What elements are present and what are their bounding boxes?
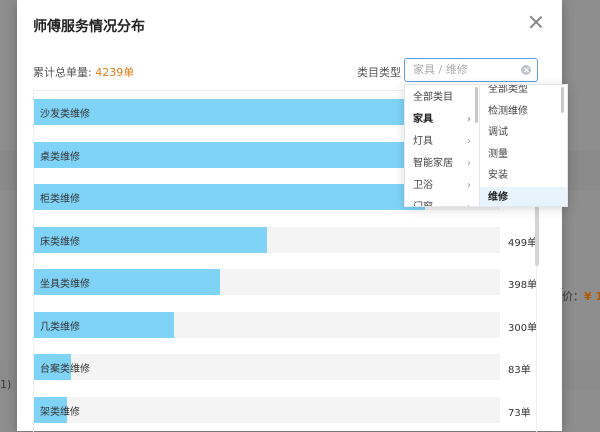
cascader-option[interactable]: 维修 [480,186,567,206]
cascader-option-label: 门窗 [413,202,433,206]
category-select[interactable]: 家具 / 维修 [404,58,538,82]
bar-value-label: 499单 [508,237,537,249]
cascader-option[interactable]: 灯具 › [405,131,479,153]
bar[interactable] [34,99,435,125]
bar-value-label: 300单 [508,322,537,334]
bar-category-label: 坐具类维修 [40,279,90,290]
cascader-option-label: 家具 [413,114,433,125]
cascader-option[interactable]: 门窗 › [405,197,479,206]
bar-value-label: 73单 [508,407,531,419]
bar[interactable] [34,141,435,168]
cascader-option-label: 灯具 [413,136,433,147]
total-orders: 累计总单量: 4239单 [33,64,134,80]
bar-category-label: 柜类维修 [40,194,80,205]
cascader-option[interactable]: 全部类目 [405,87,479,109]
category-type-label: 类目类型 [357,66,401,79]
bar-track [34,396,500,423]
bar-category-label: 沙发类维修 [40,109,90,120]
cascader-option-label: 卫浴 [413,180,433,191]
bar-value-label: 398单 [508,280,537,291]
bar-track [34,354,500,380]
total-orders-label: 累计总单量: [33,66,92,79]
total-orders-value: 4239单 [95,66,135,79]
category-cascader-dropdown: 全部类目家具 › 灯具 › 智能家居 › 卫浴 › 门窗 › 全部类型检测维修调试测量安装维修 [404,84,568,207]
background-price: 价：¥ 13 [562,288,600,304]
chevron-right-icon: › [467,136,471,147]
cascader-option[interactable]: 检测维修 [480,101,567,123]
cascader-option[interactable]: 测量 [480,144,567,166]
chevron-right-icon: › [467,197,471,206]
bar-category-label: 几类维修 [40,321,80,333]
cascader-option-label: 智能家居 [413,158,453,169]
bar-category-label: 床类维修 [40,236,80,248]
bar-category-label: 架类维修 [40,406,80,418]
clear-icon[interactable] [521,65,531,75]
price-value: ¥ 13 [584,290,600,303]
close-icon[interactable] [528,14,544,30]
category-select-value: 家具 / 维修 [413,63,468,76]
cascader-option[interactable]: 全部类型 [480,85,567,101]
bar-category-label: 桌类维修 [40,151,80,163]
bar-category-label: 台案类维修 [40,364,90,375]
cascader-option[interactable]: 智能家居 › [405,153,479,175]
cascader-option[interactable]: 调试 [480,122,567,144]
cascader-option-label: 全部类目 [413,92,453,103]
cascader-level2-menu: 全部类型 检测维修 调试 测量 安装 维修 [480,85,567,206]
bar[interactable] [34,184,425,210]
cascader-option[interactable]: 安装 [480,165,567,187]
cascader-option[interactable]: 家具 › [405,109,479,131]
chevron-right-icon: › [467,158,471,169]
cascader-option[interactable]: 卫浴 › [405,175,479,197]
background-text: 1) [0,378,12,391]
price-label: 价： [562,290,584,303]
bar-value-label: 83单 [508,365,531,376]
cascader-level1-menu: 全部类目家具 › 灯具 › 智能家居 › 卫浴 › 门窗 › [405,85,480,206]
dialog-title: 师傅服务情况分布 [33,19,145,35]
service-distribution-dialog: 师傅服务情况分布 累计总单量: 4239单 类目类型 家具 / 维修 沙发类维修… [17,0,562,432]
chevron-right-icon: › [467,180,471,191]
chevron-right-icon: › [466,114,471,125]
